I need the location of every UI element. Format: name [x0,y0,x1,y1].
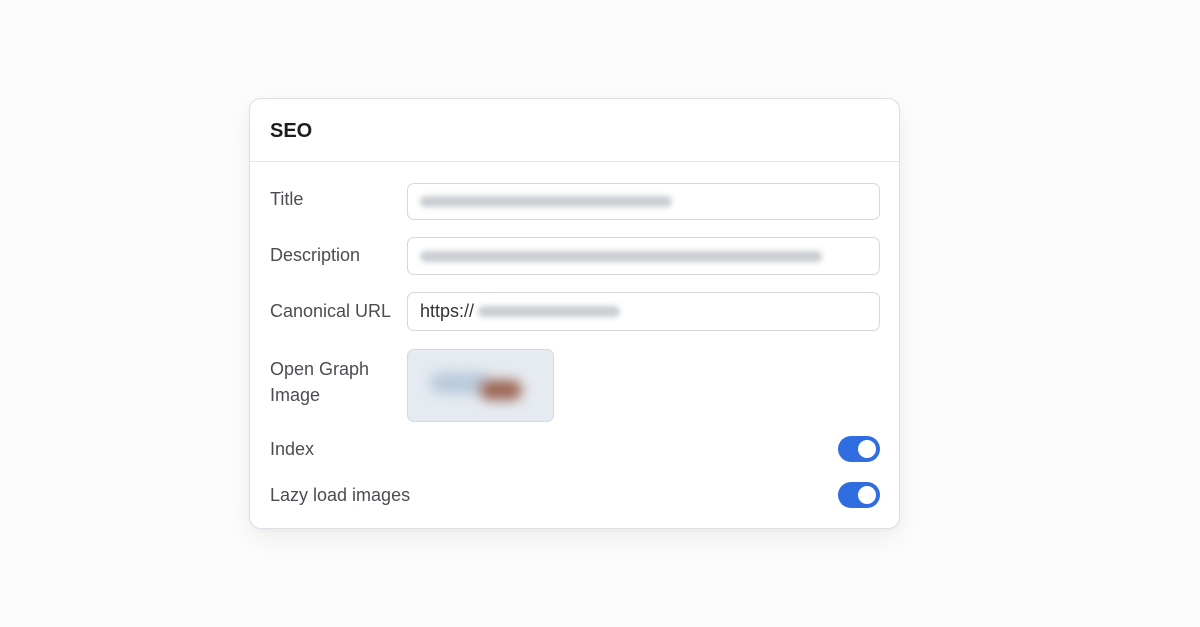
canonical-url-input[interactable]: https:// [407,292,880,331]
title-input-value-redacted [420,196,672,207]
lazy-load-row: Lazy load images [270,482,880,508]
canonical-url-label: Canonical URL [270,301,392,321]
description-input[interactable] [407,237,880,275]
title-input[interactable] [407,183,880,220]
toggle-knob [858,486,876,504]
description-label: Description [270,245,361,265]
lazy-load-label: Lazy load images [270,485,411,505]
panel-title: SEO [270,120,313,142]
index-toggle[interactable] [838,436,880,462]
index-label: Index [270,439,315,459]
title-label: Title [270,189,304,209]
description-row: Description [270,237,880,275]
toggle-knob [858,440,876,458]
index-row: Index [270,436,880,462]
og-image-thumbnail[interactable] [407,349,554,422]
og-image-label-line1: Open Graph [270,359,370,379]
panel-header: SEO [250,99,899,162]
canonical-url-prefix: https:// [420,301,475,321]
canonical-url-row: Canonical URL https:// [270,292,880,331]
lazy-load-toggle[interactable] [838,482,880,508]
canonical-url-value-redacted [478,306,621,317]
og-image-blur-shape [480,380,522,400]
description-input-value-redacted [420,250,822,262]
og-image-label-line2: Image [270,385,321,405]
seo-settings-panel: SEO Title Description Canonical URL http… [249,98,900,529]
og-image-row: Open Graph Image [270,349,880,423]
title-row: Title [270,183,880,220]
